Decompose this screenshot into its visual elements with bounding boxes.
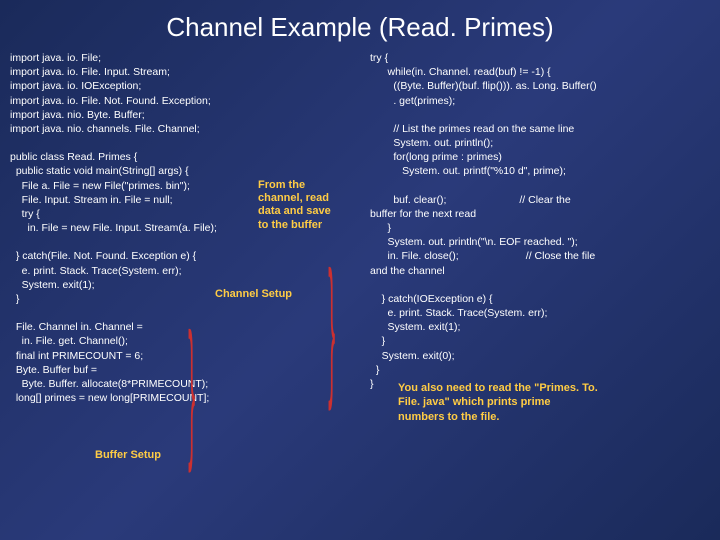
page-title: Channel Example (Read. Primes) (0, 0, 720, 51)
brace-channel: } (328, 222, 335, 430)
footer-note: You also need to read the "Primes. To. F… (398, 381, 598, 424)
code-right: try { while(in. Channel. read(buf) != -1… (370, 51, 710, 391)
annotation-channel-setup: Channel Setup (215, 288, 292, 301)
brace-buffer: } (188, 284, 195, 492)
code-column-right: try { while(in. Channel. read(buf) != -1… (370, 51, 710, 391)
annotation-buffer-setup: Buffer Setup (95, 449, 161, 462)
annotation-from-buffer: From the channel, read data and save to … (258, 179, 331, 232)
